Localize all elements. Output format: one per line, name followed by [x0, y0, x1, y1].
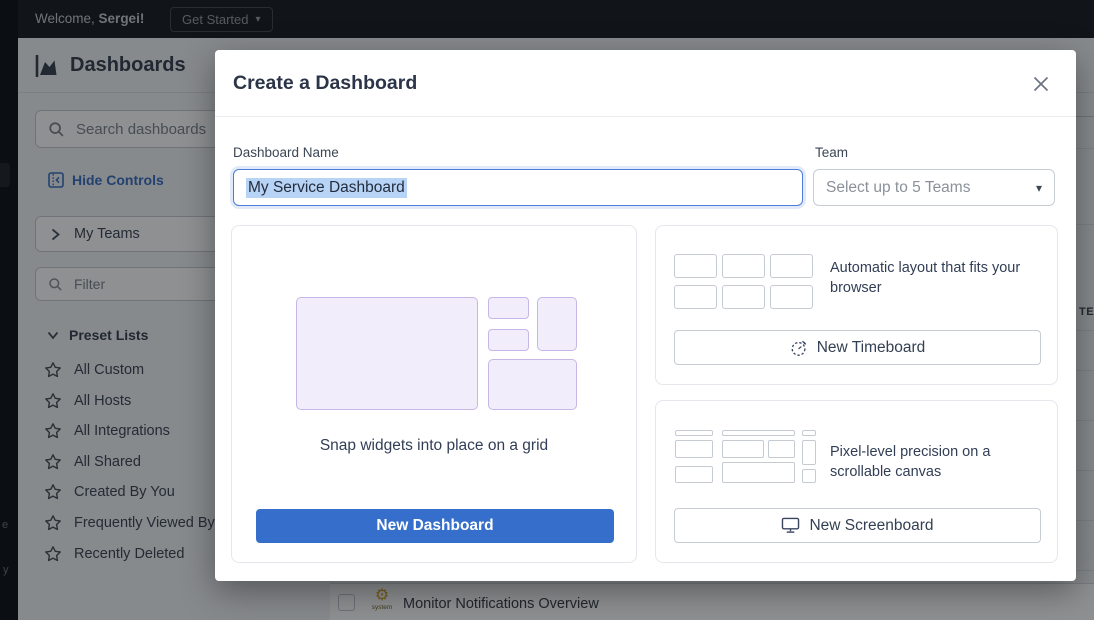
team-select[interactable]: Select up to 5 Teams ▾ [813, 169, 1055, 206]
monitor-icon [781, 517, 800, 534]
screenboard-card: Pixel-level precision on a scrollable ca… [655, 400, 1058, 563]
illustration-cell [675, 466, 713, 483]
illustration-cell [802, 440, 816, 465]
close-icon [1031, 74, 1051, 94]
new-dashboard-button[interactable]: New Dashboard [256, 509, 614, 543]
new-screenboard-button[interactable]: New Screenboard [674, 508, 1041, 543]
illustration-cell [722, 462, 795, 483]
new-timeboard-button[interactable]: New Timeboard [674, 330, 1041, 365]
dashboard-name-input[interactable]: My Service Dashboard [233, 169, 803, 206]
stopwatch-icon [790, 339, 808, 357]
illustration-cell [722, 430, 795, 436]
screenboard-caption: Pixel-level precision on a scrollable ca… [830, 443, 1035, 482]
new-timeboard-label: New Timeboard [817, 339, 926, 357]
illustration-cell [674, 285, 717, 309]
illustration-cell [770, 254, 813, 278]
illustration-widget [488, 297, 529, 319]
grid-card-caption: Snap widgets into place on a grid [232, 437, 636, 455]
dashboard-name-value: My Service Dashboard [246, 178, 407, 198]
timeboard-card: Automatic layout that fits your browser … [655, 225, 1058, 385]
illustration-cell [802, 430, 816, 436]
illustration-cell [722, 285, 765, 309]
timeboard-caption: Automatic layout that fits your browser [830, 259, 1048, 298]
illustration-cell [675, 440, 713, 458]
divider [215, 116, 1076, 117]
illustration-widget [296, 297, 478, 410]
dashboard-name-label: Dashboard Name [233, 145, 339, 160]
modal-title: Create a Dashboard [233, 72, 417, 95]
illustration-cell [802, 469, 816, 483]
team-label: Team [815, 145, 848, 160]
illustration-cell [674, 254, 717, 278]
illustration-cell [770, 285, 813, 309]
close-button[interactable] [1031, 74, 1051, 94]
illustration-cell [722, 440, 764, 458]
illustration-cell [722, 254, 765, 278]
screenboard-illustration [675, 430, 816, 490]
illustration-cell [675, 430, 713, 436]
illustration-widget [537, 297, 577, 351]
timeboard-illustration [674, 254, 813, 309]
grid-dashboard-card: Snap widgets into place on a grid New Da… [231, 225, 637, 563]
illustration-widget [488, 329, 529, 351]
illustration-cell [768, 440, 795, 458]
app-screen: Welcome, Sergei! Get Started ▾ Dashboard… [0, 0, 1094, 620]
new-screenboard-label: New Screenboard [809, 517, 933, 535]
illustration-widget [488, 359, 577, 410]
team-select-placeholder: Select up to 5 Teams [826, 179, 1036, 197]
caret-down-icon: ▾ [1036, 182, 1042, 194]
create-dashboard-modal: Create a Dashboard Dashboard Name My Ser… [215, 50, 1076, 581]
